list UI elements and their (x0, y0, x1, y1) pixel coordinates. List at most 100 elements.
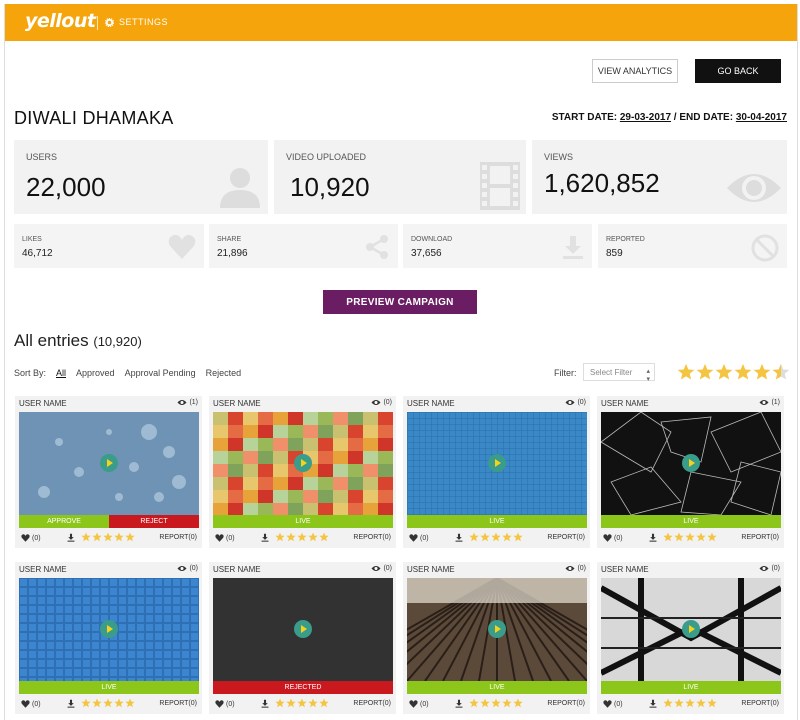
play-icon[interactable] (488, 620, 506, 638)
star-icon[interactable] (319, 532, 329, 542)
star-icon[interactable] (81, 698, 91, 708)
star-icon[interactable] (677, 363, 695, 381)
like-button[interactable]: (0) (603, 700, 623, 708)
star-icon[interactable] (753, 363, 771, 381)
filter-select[interactable]: Select Filter ▴ ▾ (583, 363, 655, 383)
star-icon[interactable] (469, 532, 479, 542)
star-icon[interactable] (308, 532, 318, 542)
logo[interactable]: yellout (25, 10, 96, 32)
video-thumbnail[interactable] (19, 412, 199, 515)
video-thumbnail[interactable] (213, 412, 393, 515)
video-thumbnail[interactable] (601, 412, 781, 515)
star-icon[interactable] (480, 698, 490, 708)
star-icon[interactable] (502, 532, 512, 542)
star-icon[interactable] (103, 532, 113, 542)
rating-stars[interactable] (275, 532, 329, 542)
star-icon[interactable] (480, 532, 490, 542)
star-icon[interactable] (696, 698, 706, 708)
download-button[interactable] (455, 699, 463, 710)
star-half-icon[interactable] (772, 363, 790, 381)
like-button[interactable]: (0) (409, 534, 429, 542)
download-button[interactable] (67, 699, 75, 710)
star-icon[interactable] (125, 532, 135, 542)
video-thumbnail[interactable] (601, 578, 781, 681)
play-icon[interactable] (682, 454, 700, 472)
play-icon[interactable] (294, 454, 312, 472)
star-icon[interactable] (319, 698, 329, 708)
like-button[interactable]: (0) (21, 534, 41, 542)
play-icon[interactable] (294, 620, 312, 638)
rating-stars[interactable] (275, 698, 329, 708)
star-icon[interactable] (92, 698, 102, 708)
reject-button[interactable]: REJECT (109, 515, 199, 528)
report-link[interactable]: REPORT(0) (353, 534, 391, 541)
star-icon[interactable] (696, 532, 706, 542)
preview-campaign-button[interactable]: PREVIEW CAMPAIGN (323, 290, 477, 314)
rating-stars[interactable] (663, 698, 717, 708)
star-icon[interactable] (275, 532, 285, 542)
user-name[interactable]: USER NAME (213, 399, 261, 408)
star-icon[interactable] (491, 532, 501, 542)
star-icon[interactable] (286, 698, 296, 708)
rating-stars[interactable] (81, 698, 135, 708)
star-icon[interactable] (114, 698, 124, 708)
report-link[interactable]: REPORT(0) (159, 534, 197, 541)
star-icon[interactable] (92, 532, 102, 542)
star-icon[interactable] (103, 698, 113, 708)
settings-link[interactable]: SETTINGS (105, 17, 168, 27)
star-icon[interactable] (469, 698, 479, 708)
report-link[interactable]: REPORT(0) (741, 700, 779, 707)
star-icon[interactable] (286, 532, 296, 542)
sort-option-approval-pending[interactable]: Approval Pending (125, 368, 196, 378)
star-icon[interactable] (674, 698, 684, 708)
star-icon[interactable] (715, 363, 733, 381)
sort-option-rejected[interactable]: Rejected (206, 368, 242, 378)
like-button[interactable]: (0) (21, 700, 41, 708)
star-icon[interactable] (114, 532, 124, 542)
user-name[interactable]: USER NAME (19, 565, 67, 574)
video-thumbnail[interactable] (407, 412, 587, 515)
video-thumbnail[interactable] (213, 578, 393, 681)
sort-option-approved[interactable]: Approved (76, 368, 115, 378)
star-icon[interactable] (81, 532, 91, 542)
star-icon[interactable] (297, 532, 307, 542)
star-icon[interactable] (734, 363, 752, 381)
star-icon[interactable] (513, 698, 523, 708)
like-button[interactable]: (0) (409, 700, 429, 708)
report-link[interactable]: REPORT(0) (547, 700, 585, 707)
view-analytics-button[interactable]: VIEW ANALYTICS (592, 59, 678, 83)
star-icon[interactable] (685, 532, 695, 542)
user-name[interactable]: USER NAME (407, 399, 455, 408)
rating-stars[interactable] (663, 532, 717, 542)
download-button[interactable] (261, 533, 269, 544)
like-button[interactable]: (0) (603, 534, 623, 542)
star-icon[interactable] (125, 698, 135, 708)
play-icon[interactable] (100, 620, 118, 638)
report-link[interactable]: REPORT(0) (353, 700, 391, 707)
play-icon[interactable] (682, 620, 700, 638)
star-icon[interactable] (513, 532, 523, 542)
like-button[interactable]: (0) (215, 700, 235, 708)
download-button[interactable] (261, 699, 269, 710)
star-icon[interactable] (663, 698, 673, 708)
download-button[interactable] (67, 533, 75, 544)
star-icon[interactable] (308, 698, 318, 708)
user-name[interactable]: USER NAME (213, 565, 261, 574)
download-button[interactable] (649, 533, 657, 544)
rating-stars[interactable] (469, 532, 523, 542)
star-icon[interactable] (685, 698, 695, 708)
star-icon[interactable] (663, 532, 673, 542)
star-icon[interactable] (297, 698, 307, 708)
star-icon[interactable] (491, 698, 501, 708)
like-button[interactable]: (0) (215, 534, 235, 542)
download-button[interactable] (649, 699, 657, 710)
report-link[interactable]: REPORT(0) (741, 534, 779, 541)
star-icon[interactable] (502, 698, 512, 708)
star-icon[interactable] (696, 363, 714, 381)
play-icon[interactable] (488, 454, 506, 472)
star-icon[interactable] (275, 698, 285, 708)
rating-stars[interactable] (81, 532, 135, 542)
rating-stars[interactable] (469, 698, 523, 708)
play-icon[interactable] (100, 454, 118, 472)
star-rating-filter[interactable] (677, 363, 790, 381)
